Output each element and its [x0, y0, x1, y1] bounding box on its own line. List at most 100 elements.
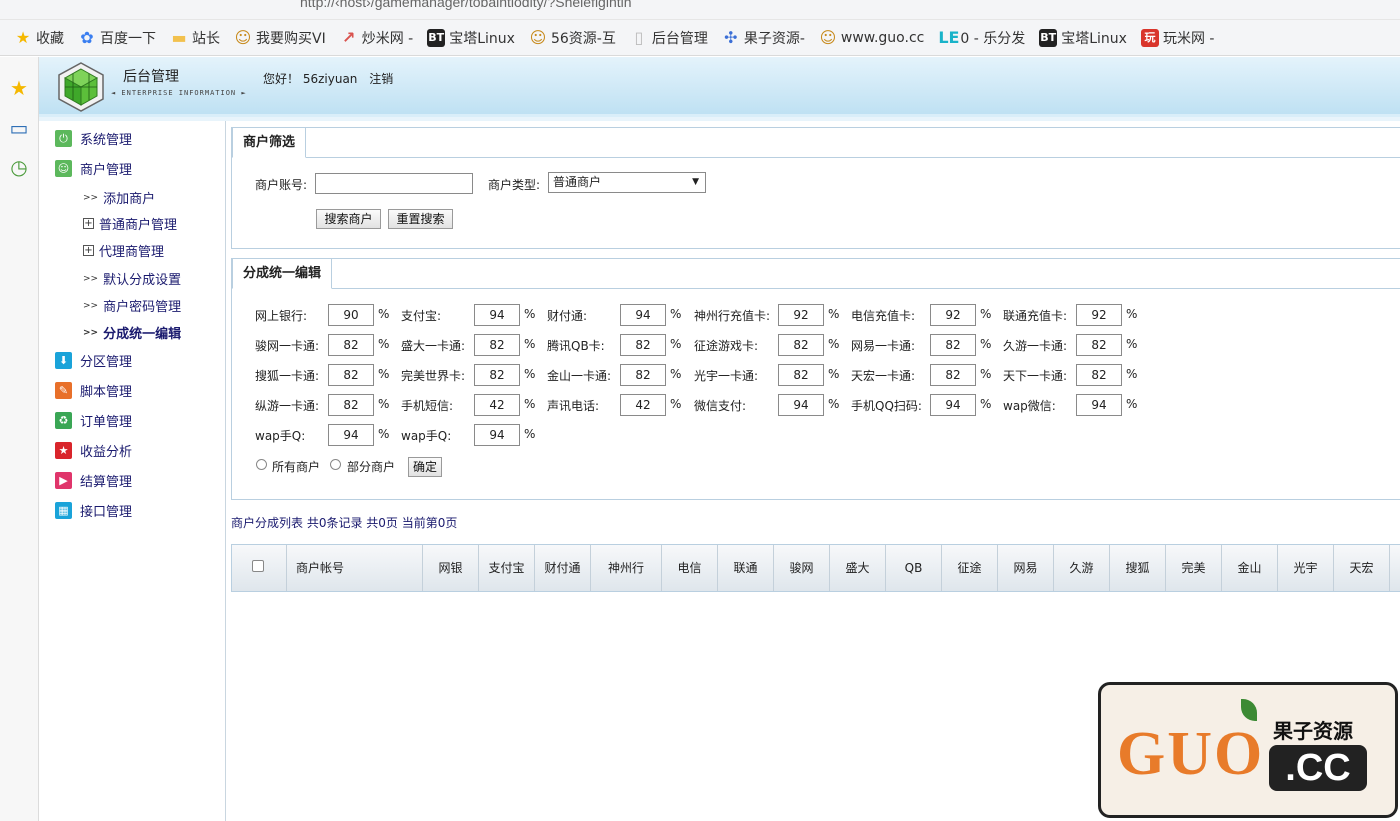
bookmark-item[interactable]: ★ 收藏: [14, 28, 64, 48]
submenu-item[interactable]: + 普通商户管理: [83, 214, 177, 233]
table-column-header[interactable]: 神州行: [591, 545, 662, 591]
bookmark-item[interactable]: ▬ 站长: [170, 28, 220, 48]
submenu-item[interactable]: >> 默认分成设置: [83, 269, 181, 288]
split-percent-input[interactable]: 92: [778, 304, 824, 326]
account-input[interactable]: [315, 173, 473, 194]
split-field-label: 光宇一卡通:: [694, 369, 759, 383]
table-column-header[interactable]: 电信: [662, 545, 718, 591]
bookmark-item[interactable]: LE 0 - 乐分发: [938, 28, 1025, 48]
table-column-header[interactable]: 网易: [998, 545, 1054, 591]
tablet-icon[interactable]: ▭: [8, 117, 30, 139]
split-percent-input[interactable]: 94: [930, 394, 976, 416]
menu-item[interactable]: ⏻ 系统管理: [55, 129, 132, 148]
select-all-checkbox[interactable]: [252, 560, 264, 572]
favorites-star-icon[interactable]: ★: [8, 77, 30, 99]
split-percent-input[interactable]: 94: [328, 424, 374, 446]
table-column-header[interactable]: 商户帐号: [287, 545, 423, 591]
address-bar[interactable]: http://‹host›/gamemanager/tobaintiodity/…: [300, 0, 632, 10]
folder-icon: ▬: [171, 27, 187, 47]
table-column-header[interactable]: 网银: [423, 545, 479, 591]
submenu-item[interactable]: >> 商户密码管理: [83, 296, 181, 315]
split-percent-input[interactable]: 82: [620, 364, 666, 386]
split-percent-input[interactable]: 92: [930, 304, 976, 326]
table-column-header[interactable]: 骏网: [774, 545, 830, 591]
bookmark-item[interactable]: ✿ 百度一下: [78, 28, 156, 48]
split-percent-input[interactable]: 42: [474, 394, 520, 416]
split-percent-input[interactable]: 82: [474, 334, 520, 356]
split-field-label: 腾讯QB卡:: [547, 339, 605, 353]
split-percent-input[interactable]: 42: [620, 394, 666, 416]
table-column-header[interactable]: 光宇: [1278, 545, 1334, 591]
split-percent-input[interactable]: 82: [328, 394, 374, 416]
search-merchant-button[interactable]: 搜索商户: [316, 209, 381, 229]
split-percent-input[interactable]: 82: [930, 364, 976, 386]
bookmark-item[interactable]: BT 宝塔Linux: [1039, 28, 1127, 48]
menu-item[interactable]: ★ 收益分析: [55, 441, 132, 460]
split-percent-input[interactable]: 94: [778, 394, 824, 416]
split-percent-input[interactable]: 94: [474, 304, 520, 326]
bookmark-item[interactable]: ▯ 后台管理: [630, 28, 707, 48]
split-percent-input[interactable]: 94: [620, 304, 666, 326]
bookmark-item[interactable]: ☺ 我要购买VI: [234, 28, 326, 48]
submenu-item[interactable]: >> 添加商户: [83, 188, 155, 207]
split-percent-input[interactable]: 82: [474, 364, 520, 386]
split-percent-input[interactable]: 82: [328, 334, 374, 356]
bookmark-item[interactable]: ☺ www.guo.cc: [819, 28, 925, 47]
bookmark-item[interactable]: BT 宝塔Linux: [427, 28, 515, 48]
table-column-header[interactable]: 搜狐: [1110, 545, 1166, 591]
left-menu: ⏻ 系统管理 ☺ 商户管理 ⬇ 分区管理 ✎ 脚本管理 ♻ 订单管理 ★ 收益分析 ▶ 结算管理 ▦ 接口管理…: [39, 121, 226, 821]
menu-item[interactable]: ▶ 结算管理: [55, 471, 132, 490]
menu-item[interactable]: ♻ 订单管理: [55, 411, 132, 430]
submenu-item[interactable]: >> 分成统一编辑: [83, 323, 181, 342]
percent-sign: %: [828, 367, 840, 381]
tab-merchant-filter[interactable]: 商户筛选: [232, 127, 307, 158]
confirm-button[interactable]: 确定: [408, 457, 442, 477]
radio-all-merchants[interactable]: [256, 459, 267, 470]
radio-some-merchants[interactable]: [330, 459, 341, 470]
bookmark-item[interactable]: 玩玩米网 -: [1140, 28, 1215, 48]
split-percent-input[interactable]: 82: [1076, 364, 1122, 386]
table-column-header[interactable]: 久游: [1054, 545, 1110, 591]
percent-sign: %: [524, 397, 536, 411]
split-percent-input[interactable]: 82: [778, 334, 824, 356]
tab-split-edit[interactable]: 分成统一编辑: [232, 258, 333, 289]
menu-item[interactable]: ✎ 脚本管理: [55, 381, 132, 400]
table-column-header[interactable]: 征途: [942, 545, 998, 591]
split-percent-input[interactable]: 82: [778, 364, 824, 386]
split-percent-input[interactable]: 82: [620, 334, 666, 356]
table-column-header[interactable]: 联通: [718, 545, 774, 591]
bt-icon: BT: [427, 28, 446, 47]
split-percent-input[interactable]: 92: [1076, 304, 1122, 326]
bookmark-item[interactable]: ✣ 果子资源-: [722, 28, 805, 48]
submenu-item[interactable]: + 代理商管理: [83, 241, 164, 260]
table-column-header[interactable]: QB: [886, 545, 942, 591]
split-percent-input[interactable]: 94: [1076, 394, 1122, 416]
split-field-label: 神州行充值卡:: [694, 309, 771, 323]
split-percent-input[interactable]: 90: [328, 304, 374, 326]
bookmark-item[interactable]: ↗ 炒米网 -: [340, 28, 413, 48]
merchant-type-select[interactable]: 普通商户 ▼: [548, 172, 706, 193]
percent-sign: %: [980, 397, 992, 411]
table-column-header[interactable]: 盛大: [830, 545, 886, 591]
tab-divider: [232, 288, 1400, 289]
bookmark-label: 果子资源-: [743, 30, 805, 47]
logout-link[interactable]: 注销: [369, 72, 393, 86]
bookmark-label: 玩米网 -: [1162, 30, 1215, 47]
table-column-header[interactable]: 财付通: [535, 545, 591, 591]
menu-item[interactable]: ▦ 接口管理: [55, 501, 132, 520]
table-column-header[interactable]: 完美: [1166, 545, 1222, 591]
reset-search-button[interactable]: 重置搜索: [388, 209, 453, 229]
bookmark-item[interactable]: ☺ 56资源-互: [529, 28, 616, 48]
menu-item[interactable]: ⬇ 分区管理: [55, 351, 132, 370]
table-column-header[interactable]: 金山: [1222, 545, 1278, 591]
split-percent-input[interactable]: 82: [328, 364, 374, 386]
account-label: 商户账号:: [255, 178, 308, 192]
percent-sign: %: [1126, 337, 1138, 351]
table-column-header[interactable]: 支付宝: [479, 545, 535, 591]
table-column-header[interactable]: 天宏: [1334, 545, 1390, 591]
split-percent-input[interactable]: 82: [930, 334, 976, 356]
menu-item[interactable]: ☺ 商户管理: [55, 159, 132, 178]
split-percent-input[interactable]: 82: [1076, 334, 1122, 356]
history-clock-icon[interactable]: ◷: [8, 156, 30, 178]
split-percent-input[interactable]: 94: [474, 424, 520, 446]
